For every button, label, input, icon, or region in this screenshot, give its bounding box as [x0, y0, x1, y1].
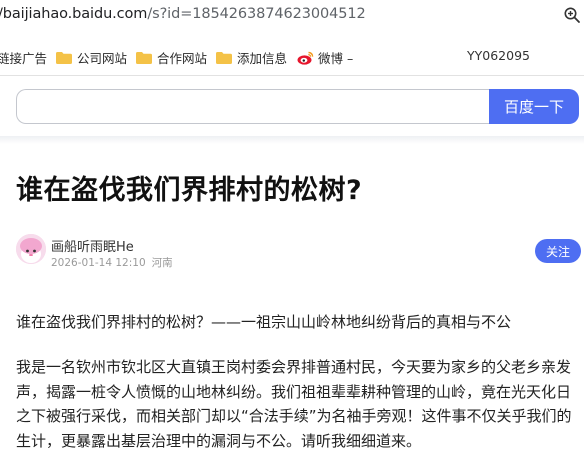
- bookmark-add-info[interactable]: 添加信息: [216, 48, 287, 67]
- url-host: /baijiahao.baidu.com: [0, 6, 148, 22]
- address-bar[interactable]: /baijiahao.baidu.com/s?id=18542638746230…: [0, 0, 584, 34]
- folder-icon: [56, 51, 72, 64]
- bookmark-label: 添加信息: [237, 51, 288, 66]
- weibo-icon: [297, 51, 314, 65]
- bookmark-label: 微博 –: [318, 51, 354, 66]
- search-input[interactable]: [16, 89, 490, 124]
- header-divider: [0, 136, 584, 144]
- bookmark-right-text: YY062095: [467, 48, 530, 63]
- article-meta: 2026-01-14 12:10 河南: [51, 255, 173, 270]
- url-text[interactable]: /baijiahao.baidu.com/s?id=18542638746230…: [0, 6, 366, 22]
- search-bar: 百度一下: [16, 89, 579, 124]
- bookmark-label: 公司网站: [77, 51, 128, 66]
- publish-date: 2026-01-14 12:10: [51, 257, 146, 269]
- url-path: /s?id=1854263874623004512: [147, 6, 366, 22]
- bookmarks-bar: 链接广告 公司网站 合作网站 添加信息 微博 – YY062095: [0, 34, 584, 76]
- bookmark-link-ads[interactable]: 链接广告: [0, 48, 47, 67]
- bookmark-weibo[interactable]: 微博 –: [297, 48, 353, 67]
- bookmark-label: 链接广告: [0, 51, 48, 66]
- bookmark-label: 合作网站: [157, 51, 208, 66]
- publish-location: 河南: [151, 257, 173, 269]
- author-name[interactable]: 画船听雨眠He: [51, 236, 134, 255]
- article-paragraph: 谁在盗伐我们界排村的松树？——一祖宗山山岭林地纠纷背后的真相与不公: [16, 313, 512, 331]
- follow-button[interactable]: 关注: [535, 239, 581, 263]
- folder-icon: [136, 51, 152, 64]
- avatar-image: [16, 234, 46, 264]
- zoom-icon[interactable]: [563, 6, 581, 24]
- article-paragraph: 我是一名钦州市钦北区大直镇王岗村委会界排普通村民，今天要为家乡的父老乡亲发声，揭…: [16, 358, 572, 450]
- folder-icon: [216, 51, 232, 64]
- bookmark-partner-sites[interactable]: 合作网站: [136, 48, 207, 67]
- author-avatar[interactable]: [16, 234, 46, 264]
- search-button[interactable]: 百度一下: [489, 89, 579, 124]
- bookmark-company-sites[interactable]: 公司网站: [56, 48, 127, 67]
- article-title: 谁在盗伐我们界排村的松树?: [16, 175, 363, 206]
